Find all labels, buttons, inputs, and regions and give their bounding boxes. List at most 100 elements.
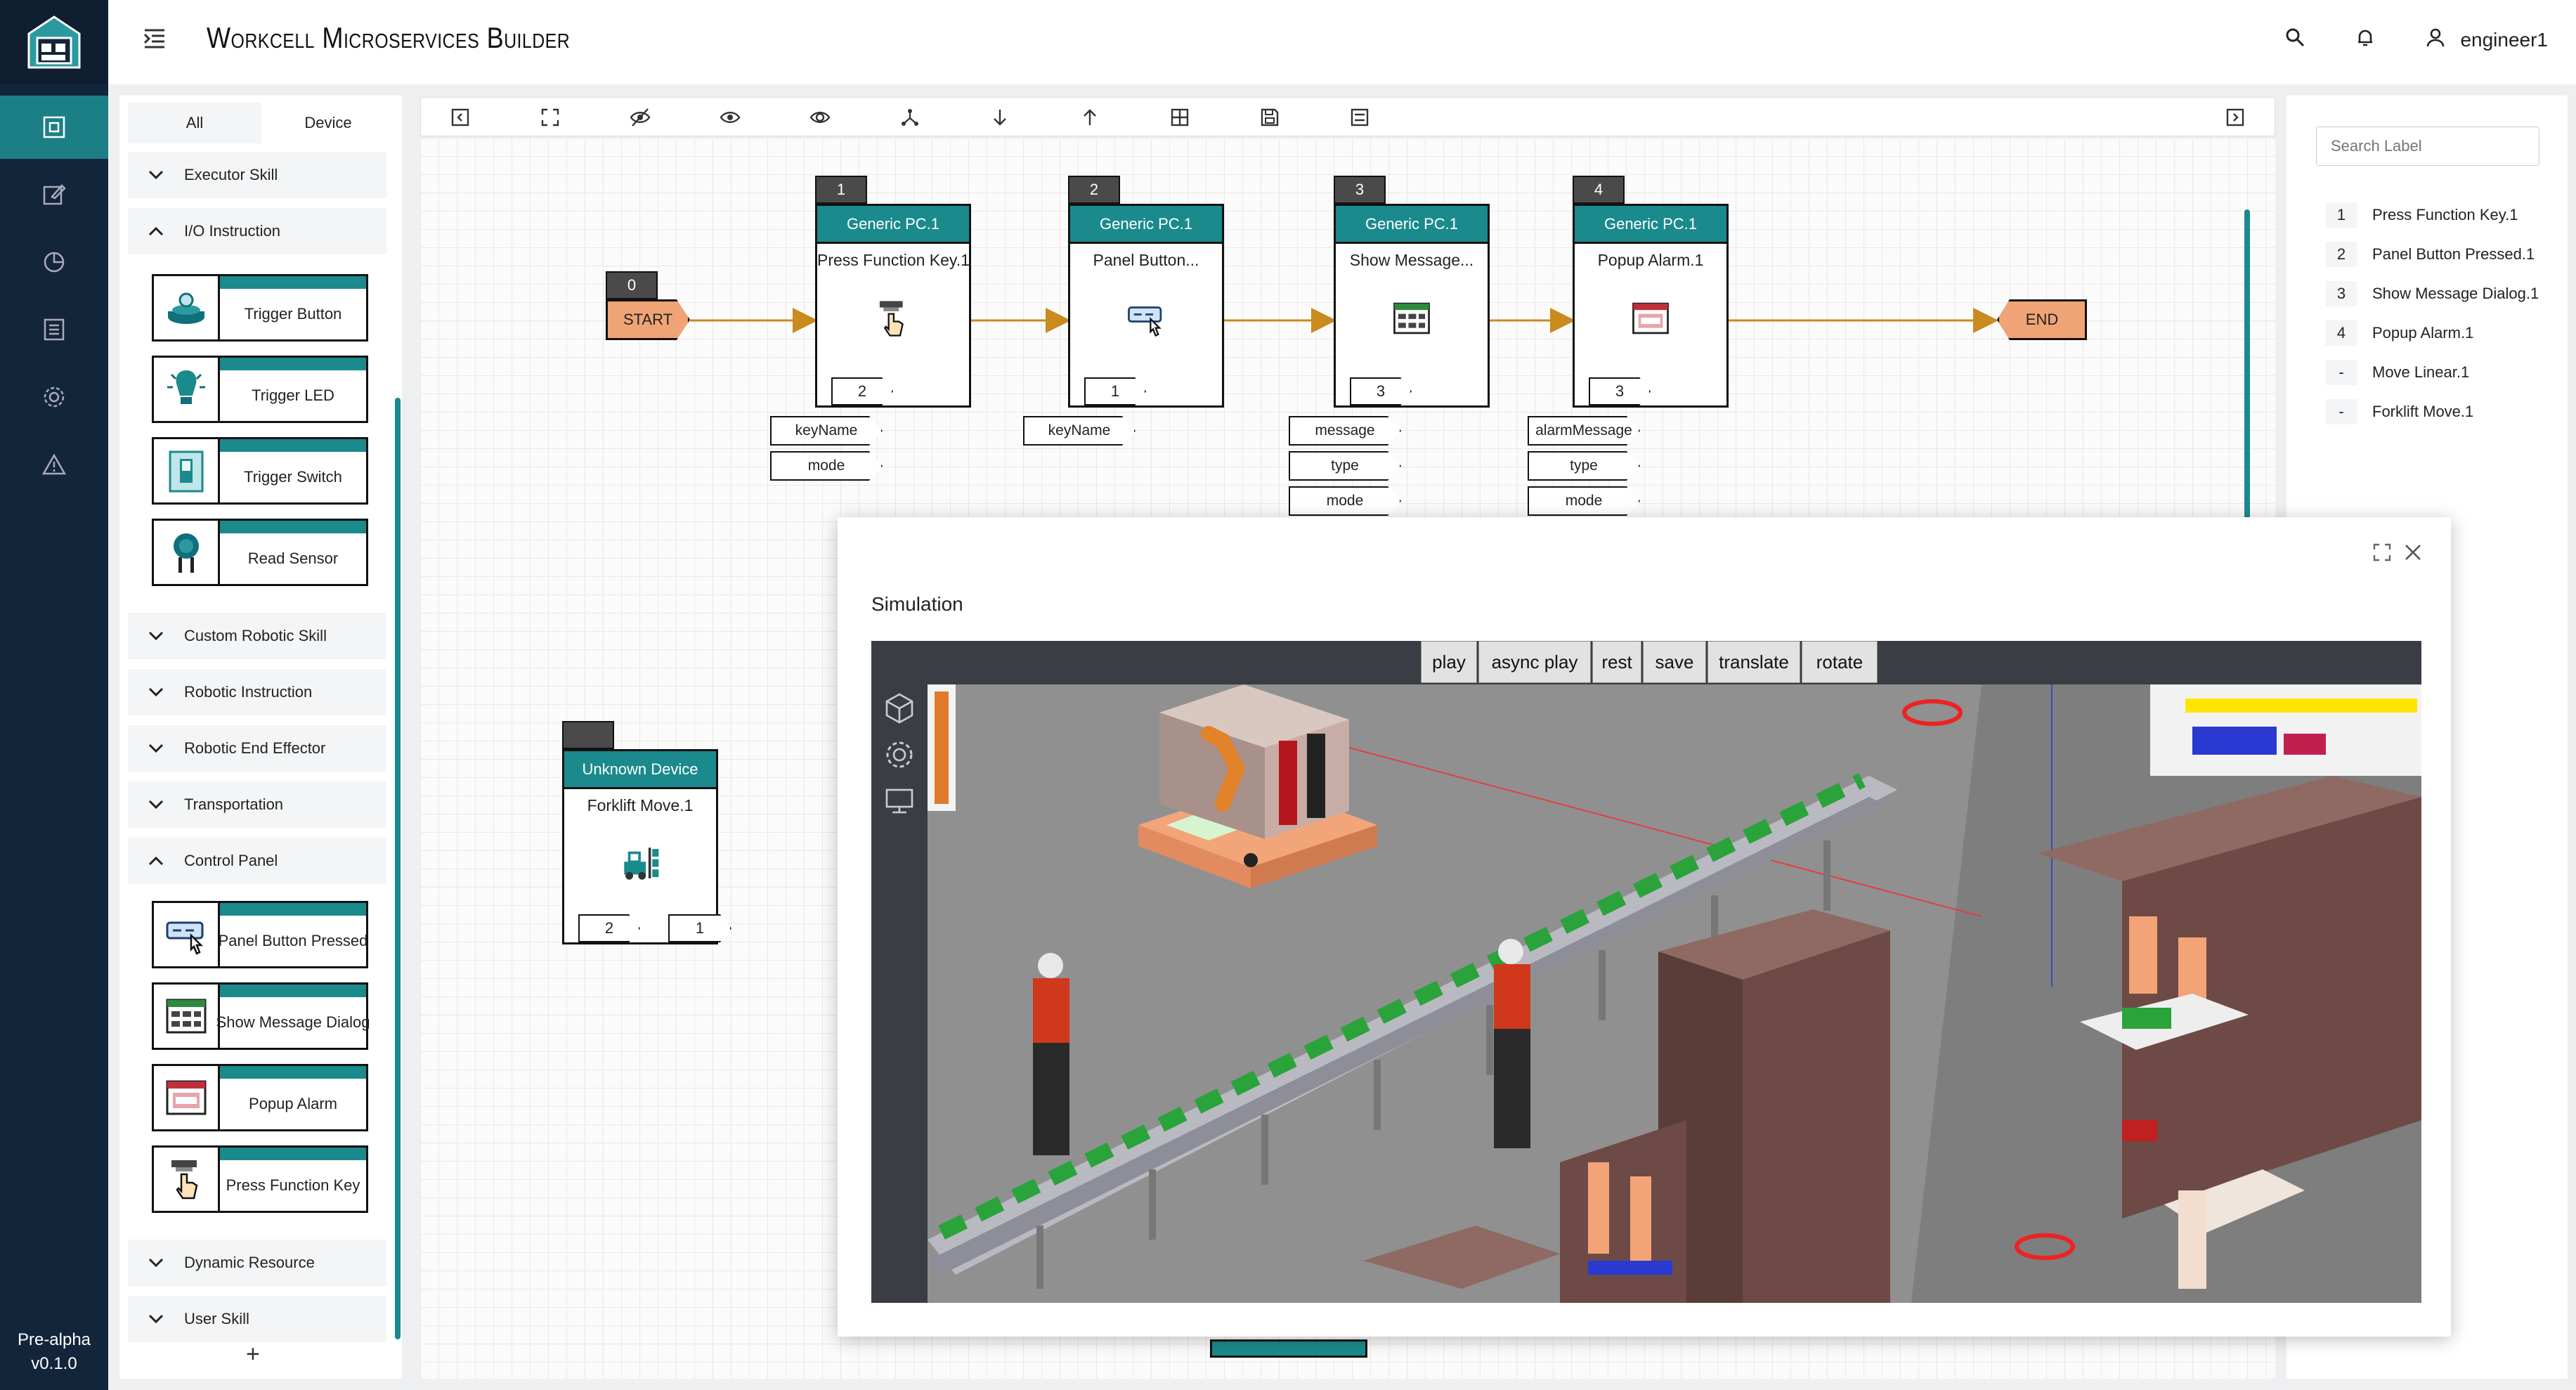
node-body: Unknown Device Forklift Move.1 2 1 [562,749,731,944]
label-item[interactable]: 4 Popup Alarm.1 [2326,318,2473,349]
nav-edit-icon[interactable] [0,163,108,226]
node-input-port[interactable]: 3 [1589,377,1651,405]
search-label-input[interactable] [2316,126,2539,166]
skill-card-trigger-button[interactable]: Trigger Button [152,274,368,342]
async-play-button[interactable]: async play [1478,641,1591,683]
bell-icon[interactable] [2355,27,2376,53]
monitor-icon[interactable] [883,784,916,821]
category-user-skill[interactable]: User Skill [128,1296,386,1342]
function-key-icon [879,301,904,337]
label-item[interactable]: 3 Show Message Dialog.1 [2326,278,2539,309]
simulation-dialog: Simulation play async play rest save tra… [838,517,2451,1337]
label-item[interactable]: 2 Panel Button Pressed.1 [2326,239,2535,270]
param-keyname[interactable]: keyName [770,416,883,446]
flow-node-3[interactable]: 3 Generic PC.1 Show Message... 3 [1334,176,1490,408]
param-mode[interactable]: mode [1528,486,1640,516]
username[interactable]: engineer1 [2460,29,2548,51]
nav-builder-icon[interactable] [0,96,108,159]
nav-warning-icon[interactable] [0,433,108,496]
flow-node-4[interactable]: 4 Generic PC.1 Popup Alarm.1 3 [1573,176,1729,408]
fit-screen-icon[interactable] [538,105,563,130]
library-scrollbar[interactable] [395,398,401,1339]
canvas-toolbar [420,97,2275,136]
node-input-port[interactable]: 1 [1084,377,1146,405]
category-control-panel[interactable]: Control Panel [128,838,386,884]
app-logo[interactable] [0,0,108,84]
expand-icon[interactable] [2372,543,2392,566]
skill-card-popup-alarm[interactable]: Popup Alarm [152,1064,368,1131]
skill-card-read-sensor[interactable]: Read Sensor [152,519,368,586]
node-input-port[interactable]: 2 [831,377,893,405]
view-icon[interactable] [717,105,743,130]
preview-icon[interactable] [807,105,833,130]
category-robotic-end-effector[interactable]: Robotic End Effector [128,725,386,772]
version-number: v0.1.0 [31,1354,77,1373]
arrow-down-icon[interactable] [987,105,1013,130]
label-item[interactable]: - Move Linear.1 [2326,357,2469,388]
hidden-node-edge[interactable] [1210,1339,1367,1358]
arrow-up-icon[interactable] [1077,105,1102,130]
cube-icon[interactable] [883,691,916,729]
skill-card-trigger-led[interactable]: Trigger LED [152,356,368,423]
search-icon[interactable] [2284,27,2305,53]
skill-card-show-message-dialog[interactable]: Show Message Dialog [152,982,370,1050]
param-type[interactable]: type [1528,451,1640,481]
save-icon[interactable] [1257,105,1282,130]
category-io-instruction[interactable]: I/O Instruction [128,208,386,254]
param-message[interactable]: message [1289,416,1401,446]
add-skill-button[interactable]: + [246,1341,260,1368]
skill-card-panel-button-pressed[interactable]: Panel Button Pressed [152,901,368,968]
translate-button[interactable]: translate [1707,641,1800,683]
grid-icon[interactable] [1167,105,1192,130]
param-mode[interactable]: mode [770,451,883,481]
checklist-icon[interactable] [1347,105,1372,130]
card-stripe [220,439,366,452]
skill-card-press-function-key[interactable]: Press Function Key [152,1145,368,1213]
play-button[interactable]: play [1421,641,1477,683]
category-custom-robotic-skill[interactable]: Custom Robotic Skill [128,613,386,659]
category-transportation[interactable]: Transportation [128,781,386,828]
chevron-down-icon [128,743,184,753]
param-mode[interactable]: mode [1289,486,1401,516]
label-item[interactable]: 1 Press Function Key.1 [2326,200,2518,230]
menu-toggle-icon[interactable] [142,27,167,54]
simulation-viewport[interactable]: play async play rest save translate rota… [871,641,2421,1303]
node-input-port[interactable]: 2 [578,914,640,942]
factory-3d-scene[interactable] [928,684,2421,1303]
end-node[interactable]: END [1997,299,2087,340]
skill-card-trigger-switch[interactable]: Trigger Switch [152,437,368,505]
node-device: Generic PC.1 [817,206,969,244]
flow-node-2[interactable]: 2 Generic PC.1 Panel Button... 1 [1068,176,1224,408]
flow-node-1[interactable]: 1 Generic PC.1 Press Function Key.1 2 [815,176,971,408]
graph-layout-icon[interactable] [897,105,923,130]
collapse-left-icon[interactable] [448,105,473,130]
card-label: Trigger LED [252,387,334,404]
category-executor-skill[interactable]: Executor Skill [128,152,386,198]
viewport-sidebar [871,684,928,1303]
category-robotic-instruction[interactable]: Robotic Instruction [128,669,386,715]
flow-node-forklift[interactable]: Unknown Device Forklift Move.1 2 1 [562,721,731,944]
param-keyname[interactable]: keyName [1023,416,1136,446]
nav-gear-icon[interactable] [0,365,108,429]
nav-chart-icon[interactable] [0,230,108,294]
tab-device[interactable]: Device [261,103,395,143]
node-output-port[interactable]: 1 [668,914,731,942]
label-item[interactable]: - Forklift Move.1 [2326,396,2473,427]
user-icon[interactable] [2425,27,2446,53]
save-button[interactable]: save [1643,641,1706,683]
node-input-port[interactable]: 3 [1350,377,1412,405]
tab-all[interactable]: All [128,103,261,143]
nav-list-icon[interactable] [0,298,108,361]
collapse-right-icon[interactable] [2223,105,2248,130]
rotate-button[interactable]: rotate [1802,641,1878,683]
start-node[interactable]: START [606,299,690,340]
hide-icon[interactable] [627,105,653,130]
close-icon[interactable] [2403,543,2423,566]
settings-icon[interactable] [883,738,916,775]
param-type[interactable]: type [1289,451,1401,481]
category-dynamic-resource[interactable]: Dynamic Resource [128,1240,386,1286]
rest-button[interactable]: rest [1592,641,1641,683]
param-alarm-message[interactable]: alarmMessage [1528,416,1640,446]
label-index: 3 [2326,281,2357,306]
label-text: Panel Button Pressed.1 [2372,245,2535,263]
